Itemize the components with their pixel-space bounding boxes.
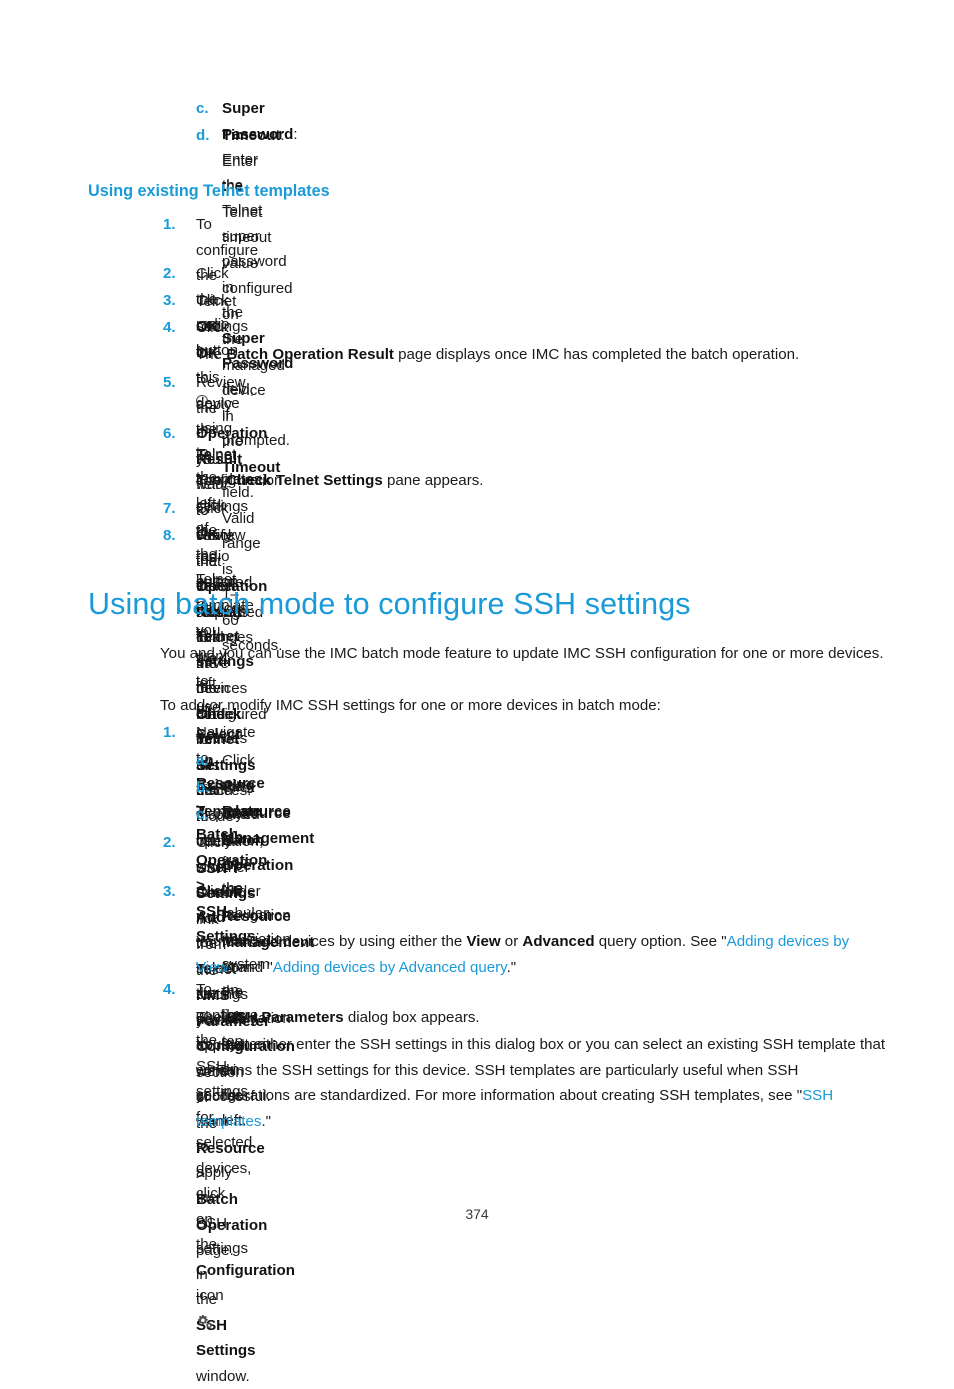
text-run: Click [196, 883, 229, 900]
note-paragraph: You can add devices by using either the … [196, 929, 886, 980]
cross-reference-link-adding-devices-by-advanced-query[interactable]: Adding devices by Advanced query [273, 959, 507, 976]
bold-term: Batch Operation Result [226, 346, 394, 363]
text-run: Click [196, 500, 229, 517]
bold-term: View [466, 933, 501, 950]
intro-paragraph-1: You and you can use the IMC batch mode f… [160, 645, 884, 662]
list-marker: 3. [163, 883, 176, 900]
text-run: dialog box appears. [343, 1009, 480, 1026]
list-marker: 4. [163, 319, 176, 336]
text-run: Click [196, 292, 229, 309]
configuration-gear-icon [196, 1314, 213, 1328]
text-run: The [196, 346, 227, 363]
intro-paragraph-2: To add or modify IMC SSH settings for on… [160, 697, 661, 714]
list-marker: c. [196, 100, 209, 117]
note-paragraph: The Check Telnet Settings pane appears. [196, 468, 886, 494]
page-title-ssh-batch-mode: Using batch mode to configure SSH settin… [88, 587, 691, 621]
text-run: query option. See " [594, 933, 727, 950]
bold-term: Check Telnet Settings [226, 472, 383, 489]
list-marker: 4. [163, 981, 176, 998]
list-marker: 6. [163, 425, 176, 442]
text-run: The [196, 1009, 227, 1026]
text-run: pane appears. [382, 472, 484, 489]
list-marker: 3. [163, 292, 176, 309]
text-run: . [196, 1338, 201, 1355]
list-marker: 7. [163, 500, 176, 517]
note-paragraph: The SSH Parameters dialog box appears. [196, 1005, 886, 1031]
note-paragraph: You can either enter the SSH settings in… [196, 1032, 886, 1134]
list-marker: 1. [163, 724, 176, 741]
text-run: window. [196, 1367, 250, 1385]
list-marker: c. [196, 806, 209, 823]
text-run: Click [222, 806, 255, 823]
list-marker: 8. [163, 527, 176, 544]
list-marker: 1. [163, 216, 176, 233]
list-marker: 2. [163, 265, 176, 282]
text-run: page displays once IMC has completed the… [393, 346, 800, 363]
list-marker: 5. [163, 374, 176, 391]
note-paragraph: The Batch Operation Result page displays… [196, 342, 886, 368]
text-run: You can add devices by using either the [196, 933, 467, 950]
text-run: or [500, 933, 523, 950]
list-marker: 2. [163, 834, 176, 851]
list-marker: d. [196, 127, 210, 144]
text-run: ." [506, 958, 517, 976]
text-run: " and " [228, 958, 273, 976]
bold-term: Configuration [196, 1261, 295, 1279]
bold-term: Add [196, 908, 226, 926]
text-run: The [196, 472, 227, 489]
document-page: c. Super Password: Enter the Telnet supe… [0, 0, 954, 1385]
text-run: Click [196, 319, 229, 336]
text-run: Click [196, 834, 229, 851]
list-marker: b. [196, 779, 210, 796]
bold-term: Timeout [222, 127, 281, 144]
list-marker: a. [196, 752, 209, 769]
text-run: Click [222, 779, 255, 796]
section-subheading-telnet-templates: Using existing Telnet templates [88, 182, 330, 200]
text-run: ." [261, 1112, 272, 1130]
bold-term: Advanced [522, 933, 595, 950]
page-number: 374 [465, 1206, 489, 1222]
bold-term: SSH Parameters [226, 1009, 344, 1026]
text-run: You can either enter the SSH settings in… [196, 1036, 886, 1104]
